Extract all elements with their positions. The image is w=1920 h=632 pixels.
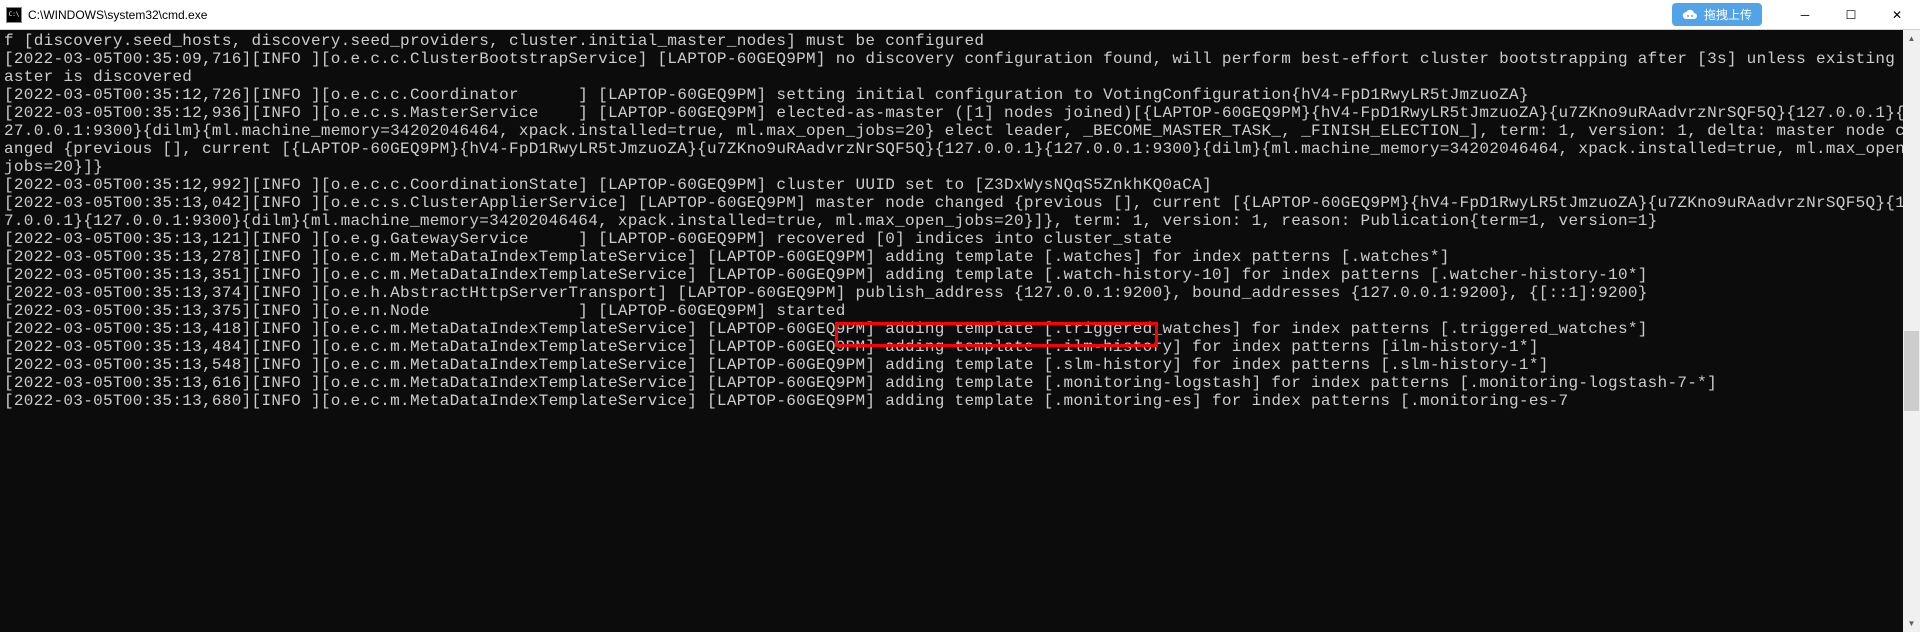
log-line: [2022-03-05T00:35:13,418][INFO ][o.e.c.m… xyxy=(4,320,1916,338)
log-line: f [discovery.seed_hosts, discovery.seed_… xyxy=(4,32,1916,50)
log-line: [2022-03-05T00:35:13,548][INFO ][o.e.c.m… xyxy=(4,356,1916,374)
log-line: [2022-03-05T00:35:13,616][INFO ][o.e.c.m… xyxy=(4,374,1916,392)
titlebar[interactable]: C:\WINDOWS\system32\cmd.exe 拖拽上传 ─ ☐ ✕ xyxy=(0,0,1920,30)
cloud-icon xyxy=(1682,9,1698,21)
window-controls: ─ ☐ ✕ xyxy=(1782,0,1920,30)
close-button[interactable]: ✕ xyxy=(1874,0,1920,30)
terminal-output[interactable]: f [discovery.seed_hosts, discovery.seed_… xyxy=(0,30,1920,632)
log-line: [2022-03-05T00:35:13,278][INFO ][o.e.c.m… xyxy=(4,248,1916,266)
log-line: [2022-03-05T00:35:12,726][INFO ][o.e.c.c… xyxy=(4,86,1916,104)
upload-label: 拖拽上传 xyxy=(1704,6,1752,23)
log-line: [2022-03-05T00:35:13,121][INFO ][o.e.g.G… xyxy=(4,230,1916,248)
titlebar-left: C:\WINDOWS\system32\cmd.exe xyxy=(6,7,207,23)
log-line: [2022-03-05T00:35:13,375][INFO ][o.e.n.N… xyxy=(4,302,1916,320)
upload-badge[interactable]: 拖拽上传 xyxy=(1672,3,1762,26)
log-line: [2022-03-05T00:35:13,351][INFO ][o.e.c.m… xyxy=(4,266,1916,284)
log-line: [2022-03-05T00:35:13,042][INFO ][o.e.c.s… xyxy=(4,194,1916,230)
log-line: [2022-03-05T00:35:09,716][INFO ][o.e.c.c… xyxy=(4,50,1916,86)
log-line: [2022-03-05T00:35:12,992][INFO ][o.e.c.c… xyxy=(4,176,1916,194)
cmd-window: C:\WINDOWS\system32\cmd.exe 拖拽上传 ─ ☐ ✕ f… xyxy=(0,0,1920,632)
window-title: C:\WINDOWS\system32\cmd.exe xyxy=(28,8,207,22)
log-line: [2022-03-05T00:35:13,374][INFO ][o.e.h.A… xyxy=(4,284,1916,302)
titlebar-right: 拖拽上传 ─ ☐ ✕ xyxy=(1672,0,1920,30)
log-line: [2022-03-05T00:35:13,484][INFO ][o.e.c.m… xyxy=(4,338,1916,356)
scroll-thumb[interactable] xyxy=(1904,331,1919,411)
vertical-scrollbar[interactable]: ▲ ▼ xyxy=(1903,30,1920,632)
scroll-down-arrow[interactable]: ▼ xyxy=(1903,615,1920,632)
minimize-button[interactable]: ─ xyxy=(1782,0,1828,30)
maximize-button[interactable]: ☐ xyxy=(1828,0,1874,30)
scroll-track[interactable] xyxy=(1903,47,1920,615)
log-line: [2022-03-05T00:35:13,680][INFO ][o.e.c.m… xyxy=(4,392,1916,410)
scroll-up-arrow[interactable]: ▲ xyxy=(1903,30,1920,47)
cmd-icon xyxy=(6,7,22,23)
log-line: [2022-03-05T00:35:12,936][INFO ][o.e.c.s… xyxy=(4,104,1916,176)
